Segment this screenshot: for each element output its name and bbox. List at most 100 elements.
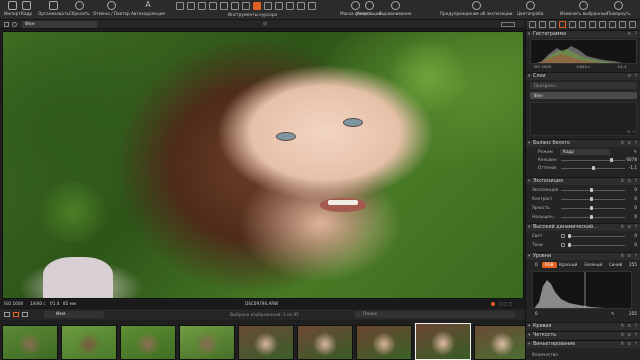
filmstrip-view-icon[interactable]	[22, 312, 28, 317]
capture-button[interactable]: Кадр	[21, 1, 32, 19]
autocorrect-button[interactable]: A Автокоррекция	[131, 1, 165, 19]
histogram-header[interactable]: Гистограмма ≡ ?	[526, 30, 640, 38]
curve-actions-icon[interactable]: A ≡ ?	[621, 323, 638, 330]
slider-track[interactable]	[561, 217, 625, 218]
grid-view-icon[interactable]	[4, 312, 10, 317]
color-picker-button[interactable]: Цветопроба	[517, 1, 543, 16]
tab-capture-icon[interactable]	[539, 21, 546, 28]
levels-channel-tab[interactable]: Синий	[606, 262, 625, 268]
exposure-header[interactable]: Экспозиция A ≡ ?	[526, 177, 640, 185]
layer-toggle-icon[interactable]	[4, 22, 9, 27]
import-button[interactable]: Импорт	[4, 1, 21, 19]
filmstrip-thumbnail[interactable]	[356, 325, 412, 360]
wb-actions-icon[interactable]: A ≡ ?	[621, 140, 638, 147]
brush-tool-icon[interactable]	[242, 2, 250, 10]
layers-actions-icon[interactable]: ≡ ?	[627, 73, 638, 80]
annotations-button[interactable]: Аннотации	[357, 1, 381, 16]
filmstrip-thumbnail[interactable]	[297, 325, 353, 360]
vignetting-actions-icon[interactable]: A ≡ ?	[621, 341, 638, 348]
slider-knob[interactable]	[590, 188, 593, 192]
levels-actions-icon[interactable]: A ≡ ?	[621, 253, 638, 260]
wb-picker-tool-icon[interactable]	[297, 2, 305, 10]
levels-channel-tab[interactable]: Красный	[556, 262, 580, 268]
hdr-checkbox[interactable]	[561, 234, 565, 238]
keystone-tool-icon[interactable]	[220, 2, 228, 10]
filmstrip-thumbnail[interactable]	[179, 325, 235, 360]
levels-channel-tab[interactable]: Зеленый	[581, 262, 605, 268]
kelvin-slider-track[interactable]	[561, 160, 625, 161]
wb-picker-icon[interactable]: ✎	[633, 148, 637, 156]
pan-tool-icon[interactable]	[176, 2, 184, 10]
sort-select[interactable]: Имя	[44, 311, 104, 318]
layer-opacity-row[interactable]: Прозрачн...	[530, 82, 637, 89]
picker-tool-icon[interactable]	[286, 2, 294, 10]
edit-selected-button[interactable]: Изменить выбранные	[560, 1, 608, 16]
undo-redo-button[interactable]: Отмена / Повтор	[93, 1, 130, 19]
tab-details-icon[interactable]	[579, 21, 586, 28]
rotate-tool-icon[interactable]	[209, 2, 217, 10]
layer-selector[interactable]: Фон	[22, 21, 97, 28]
filmstrip-thumbnail[interactable]	[474, 325, 530, 360]
organize-button[interactable]: Организовать	[38, 1, 69, 19]
kelvin-slider-knob[interactable]	[610, 158, 613, 162]
tab-adjustments-icon[interactable]	[599, 21, 606, 28]
histogram-actions-icon[interactable]: ≡ ?	[627, 31, 638, 38]
wb-mode-select[interactable]: Кадр	[560, 149, 610, 155]
filmstrip-thumbnail[interactable]	[2, 325, 58, 360]
crop-tool-icon[interactable]	[198, 2, 206, 10]
slider-track[interactable]	[568, 236, 625, 237]
filmstrip-thumbnail[interactable]	[61, 325, 117, 360]
filmstrip-thumbnail[interactable]	[238, 325, 294, 360]
viewer-center-icon[interactable]: ◎	[263, 21, 267, 27]
slider-knob[interactable]	[590, 215, 593, 219]
levels-picker-icon[interactable]: ✎	[611, 310, 615, 318]
levels-channel-tab[interactable]: RGB	[542, 262, 557, 268]
zoom-fit-icon[interactable]: ▢ ▢ ◻	[498, 300, 512, 307]
image-viewer[interactable]	[2, 31, 524, 299]
compare-toggle-icon[interactable]	[501, 22, 515, 27]
mask-tool-icon[interactable]	[253, 2, 261, 10]
filmstrip-thumbnail[interactable]	[415, 323, 471, 360]
eraser-tool-icon[interactable]	[275, 2, 283, 10]
copy-tool-icon[interactable]	[308, 2, 316, 10]
search-input[interactable]: Поиск	[355, 311, 515, 318]
tab-color-icon[interactable]	[559, 21, 566, 28]
tab-exposure-icon[interactable]	[569, 21, 576, 28]
filmstrip-thumbnail[interactable]	[120, 325, 176, 360]
tab-batch-icon[interactable]	[629, 21, 636, 28]
tab-output-icon[interactable]	[619, 21, 626, 28]
mask-toggle-icon[interactable]	[12, 22, 17, 27]
sharpness-header[interactable]: Четкость A ≡ ?	[526, 331, 640, 339]
alignment-button[interactable]: Выравнивание	[379, 1, 411, 16]
tab-metadata-icon[interactable]	[609, 21, 616, 28]
hdr-actions-icon[interactable]: A ≡ ?	[621, 224, 638, 231]
tint-slider-knob[interactable]	[592, 166, 595, 170]
gradient-tool-icon[interactable]	[264, 2, 272, 10]
slider-track[interactable]	[561, 199, 625, 200]
slider-knob[interactable]	[590, 206, 593, 210]
layers-header[interactable]: Слои ≡ ?	[526, 72, 640, 80]
slider-track[interactable]	[568, 245, 625, 246]
slider-knob[interactable]	[568, 243, 571, 247]
layer-add-icon[interactable]: + −	[627, 130, 636, 135]
tab-local-icon[interactable]	[589, 21, 596, 28]
hdr-header[interactable]: Высокий динамический... A ≡ ?	[526, 223, 640, 231]
spot-tool-icon[interactable]	[231, 2, 239, 10]
curve-header[interactable]: Кривая A ≡ ?	[526, 322, 640, 330]
vignetting-header[interactable]: Виньетирование A ≡ ?	[526, 340, 640, 348]
rotate-button[interactable]: Повернуть	[607, 1, 631, 16]
levels-header[interactable]: Уровни A ≡ ?	[526, 252, 640, 260]
list-view-icon[interactable]	[13, 312, 19, 317]
exposure-warning-button[interactable]: Предупреждение об экспозиции	[440, 1, 513, 16]
tab-library-icon[interactable]	[529, 21, 536, 28]
levels-histogram[interactable]	[532, 271, 632, 309]
slider-knob[interactable]	[590, 197, 593, 201]
slider-track[interactable]	[561, 190, 625, 191]
zoom-tool-icon[interactable]	[187, 2, 195, 10]
exposure-actions-icon[interactable]: A ≡ ?	[621, 178, 638, 185]
reset-button[interactable]: Сбросить	[69, 1, 90, 19]
white-balance-header[interactable]: Баланс белого A ≡ ?	[526, 139, 640, 147]
slider-track[interactable]	[561, 208, 625, 209]
slider-knob[interactable]	[568, 234, 571, 238]
tab-lens-icon[interactable]	[549, 21, 556, 28]
